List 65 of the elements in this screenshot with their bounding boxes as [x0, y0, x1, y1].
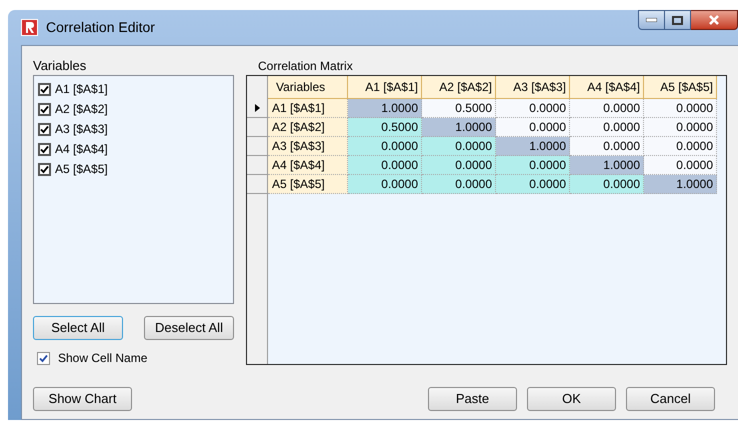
window-title: Correlation Editor: [46, 18, 155, 37]
app-icon: [21, 19, 38, 36]
table-cell: 0.0000: [570, 118, 644, 137]
variable-label: A4 [$A$4]: [55, 141, 108, 158]
column-header: A5 [$A$5]: [644, 76, 717, 99]
table-cell: 0.5000: [422, 99, 496, 118]
table-cell: 0.0000: [422, 175, 496, 194]
checkbox[interactable]: [38, 102, 51, 116]
paste-button[interactable]: Paste: [428, 387, 517, 411]
checkbox[interactable]: [37, 352, 50, 364]
table-cell: 0.0000: [496, 118, 570, 137]
table-cell: 0.0000: [496, 175, 570, 194]
table-cell: 0.0000: [348, 175, 422, 194]
checkbox[interactable]: [38, 142, 51, 156]
show-cell-name-label: Show Cell Name: [58, 350, 148, 367]
table-cell: A4 [$A$4]: [268, 156, 348, 175]
column-header: Variables: [268, 76, 348, 99]
column-header: A2 [$A$2]: [422, 76, 496, 99]
table-cell: A5 [$A$5]: [268, 175, 348, 194]
cancel-button[interactable]: Cancel: [626, 387, 715, 411]
checkbox[interactable]: [38, 122, 51, 136]
checkbox[interactable]: [38, 162, 51, 176]
show-chart-button[interactable]: Show Chart: [33, 387, 132, 411]
table-cell: 0.5000: [348, 118, 422, 137]
table-cell: 1.0000: [570, 156, 644, 175]
table-cell: 0.0000: [496, 99, 570, 118]
minimize-icon: [646, 18, 657, 22]
maximize-button[interactable]: [665, 10, 691, 30]
table-cell: 0.0000: [644, 137, 717, 156]
table-cell: A3 [$A$3]: [268, 137, 348, 156]
ok-button[interactable]: OK: [527, 387, 616, 411]
deselect-all-button[interactable]: Deselect All: [144, 316, 234, 340]
table-cell: 0.0000: [644, 99, 717, 118]
table-cell: 0.0000: [644, 156, 717, 175]
close-icon: [708, 15, 720, 25]
variable-label: A3 [$A$3]: [55, 121, 108, 138]
variable-label: A2 [$A$2]: [55, 101, 108, 118]
variable-label: A5 [$A$5]: [55, 161, 108, 178]
table-cell: 1.0000: [644, 175, 717, 194]
variable-label: A1 [$A$1]: [55, 81, 108, 98]
matrix-label: Correlation Matrix: [257, 58, 354, 74]
table-cell: A2 [$A$2]: [268, 118, 348, 137]
checkbox[interactable]: [38, 82, 51, 96]
table-cell: 0.0000: [348, 137, 422, 156]
table-cell: 0.0000: [644, 118, 717, 137]
table-cell: 0.0000: [570, 99, 644, 118]
minimize-button[interactable]: [638, 10, 665, 30]
table-cell: 1.0000: [422, 118, 496, 137]
maximize-icon: [672, 16, 683, 24]
table-cell: 0.0000: [422, 156, 496, 175]
table-cell: A1 [$A$1]: [268, 99, 348, 118]
table-cell: 0.0000: [496, 156, 570, 175]
close-button[interactable]: [691, 10, 738, 30]
table-cell: 0.0000: [348, 156, 422, 175]
variables-label: Variables: [33, 58, 88, 74]
table-cell: 0.0000: [422, 137, 496, 156]
column-header: A4 [$A$4]: [570, 76, 644, 99]
table-cell: 0.0000: [570, 175, 644, 194]
table-cell: 0.0000: [570, 137, 644, 156]
table-cell: 1.0000: [496, 137, 570, 156]
column-header: A3 [$A$3]: [496, 76, 570, 99]
column-header: A1 [$A$1]: [348, 76, 422, 99]
current-row-icon: [254, 104, 260, 112]
select-all-button[interactable]: Select All: [33, 316, 123, 340]
table-cell: 1.0000: [348, 99, 422, 118]
